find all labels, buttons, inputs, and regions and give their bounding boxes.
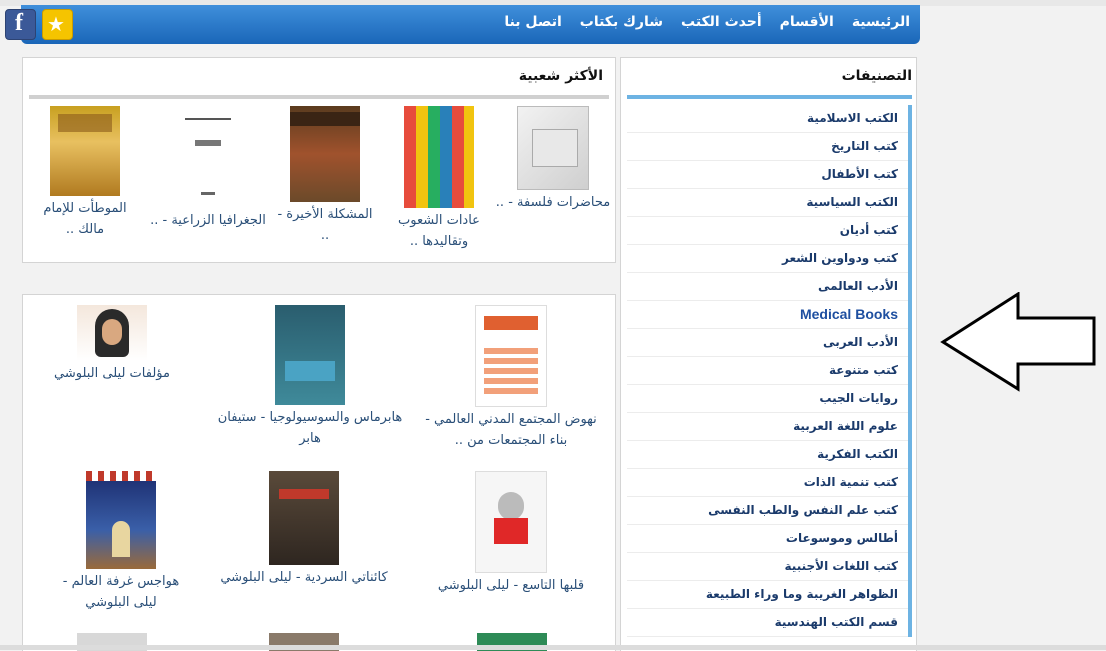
book-item[interactable]: قلبها التاسع - ليلى البلوشي: [433, 471, 589, 596]
popular-books-panel: الأكثر شعبية محاضرات فلسفة - .. عادات ال…: [22, 57, 616, 263]
book-item[interactable]: هواجس غرفة العالم - ليلى البلوشي: [57, 471, 185, 613]
category-history[interactable]: كتب التاريخ: [627, 133, 908, 161]
category-atlases[interactable]: أطالس وموسوعات: [627, 525, 908, 553]
category-psychology[interactable]: كتب علم النفس والطب النفسى: [627, 497, 908, 525]
nav-share-book[interactable]: شارك بكتاب: [580, 14, 663, 30]
book-cover[interactable]: [404, 106, 474, 208]
book-title[interactable]: محاضرات فلسفة - ..: [493, 192, 613, 213]
book-title[interactable]: الجغرافيا الزراعية - ..: [143, 210, 273, 231]
category-world-literature[interactable]: الأدب العالمى: [627, 273, 908, 301]
facebook-glyph: f: [15, 10, 23, 36]
category-pocket-novels[interactable]: روايات الجيب: [627, 385, 908, 413]
popular-book-5[interactable]: الموطأت للإمام مالك ..: [35, 106, 135, 240]
category-politics[interactable]: الكتب السياسية: [627, 189, 908, 217]
popular-book-3[interactable]: المشكلة الأخيرة - ..: [273, 106, 377, 246]
category-religions[interactable]: كتب أديان: [627, 217, 908, 245]
book-item[interactable]: نهوض المجتمع المدني العالمي - بناء المجت…: [421, 305, 601, 451]
category-islamic[interactable]: الكتب الاسلامية: [627, 105, 908, 133]
category-poetry[interactable]: كتب ودواوين الشعر: [627, 245, 908, 273]
nav-sections[interactable]: الأقسام: [780, 14, 834, 30]
book-title[interactable]: قلبها التاسع - ليلى البلوشي: [433, 575, 589, 596]
popular-book-4[interactable]: الجغرافيا الزراعية - ..: [143, 106, 273, 231]
popular-title: الأكثر شعبية: [518, 68, 603, 84]
book-cover[interactable]: [269, 471, 339, 565]
categories-sidebar: التصنيفات الكتب الاسلامية كتب التاريخ كت…: [620, 57, 917, 651]
nav-latest-books[interactable]: أحدث الكتب: [681, 14, 762, 30]
sidebar-title: التصنيفات: [841, 68, 912, 84]
book-cover[interactable]: [50, 106, 120, 196]
favorite-star-icon[interactable]: ★: [42, 9, 73, 40]
book-title[interactable]: الموطأت للإمام مالك ..: [35, 198, 135, 240]
sidebar-divider: [627, 95, 912, 99]
nav-home[interactable]: الرئيسية: [852, 14, 910, 30]
main-navbar: الرئيسية الأقسام أحدث الكتب شارك بكتاب ا…: [21, 5, 920, 44]
book-cover[interactable]: [290, 106, 360, 202]
category-misc[interactable]: كتب متنوعة: [627, 357, 908, 385]
book-cover[interactable]: [517, 106, 589, 190]
popular-book-2[interactable]: عادات الشعوب وتقاليدها ..: [389, 106, 489, 252]
book-title[interactable]: مؤلفات ليلى البلوشي: [45, 363, 179, 384]
book-title[interactable]: المشكلة الأخيرة - ..: [273, 204, 377, 246]
book-title[interactable]: عادات الشعوب وتقاليدها ..: [389, 210, 489, 252]
book-item[interactable]: هابرماس والسوسيولوجيا - ستيفان هابر: [207, 305, 413, 449]
book-item[interactable]: كائناتي السردية - ليلى البلوشي: [211, 471, 397, 588]
popular-divider: [29, 95, 609, 99]
book-title[interactable]: كائناتي السردية - ليلى البلوشي: [211, 567, 397, 588]
book-cover[interactable]: [86, 471, 156, 569]
book-cover[interactable]: [475, 305, 547, 407]
book-cover[interactable]: [275, 305, 345, 405]
category-self-development[interactable]: كتب تنمية الذات: [627, 469, 908, 497]
bottom-scrollbar-track: [0, 645, 1106, 650]
nav-contact[interactable]: اتصل بنا: [504, 14, 561, 30]
star-glyph: ★: [47, 12, 65, 36]
category-engineering[interactable]: قسم الكتب الهندسية: [627, 609, 908, 637]
author-photo[interactable]: [77, 305, 147, 361]
category-intellectual[interactable]: الكتب الفكرية: [627, 441, 908, 469]
category-arabic-language[interactable]: علوم اللغة العربية: [627, 413, 908, 441]
book-title[interactable]: هابرماس والسوسيولوجيا - ستيفان هابر: [207, 407, 413, 449]
category-foreign-languages[interactable]: كتب اللغات الأجنبية: [627, 553, 908, 581]
category-list: الكتب الاسلامية كتب التاريخ كتب الأطفال …: [627, 105, 912, 637]
book-cover[interactable]: [173, 106, 243, 208]
category-medical-books[interactable]: Medical Books: [627, 301, 908, 329]
books-grid-panel: نهوض المجتمع المدني العالمي - بناء المجت…: [22, 294, 616, 651]
book-title[interactable]: نهوض المجتمع المدني العالمي - بناء المجت…: [421, 409, 601, 451]
nav-links: الرئيسية الأقسام أحدث الكتب شارك بكتاب ا…: [486, 5, 910, 39]
facebook-icon[interactable]: f: [5, 9, 36, 40]
category-paranormal[interactable]: الظواهر الغريبة وما وراء الطبيعة: [627, 581, 908, 609]
category-children[interactable]: كتب الأطفال: [627, 161, 908, 189]
popular-book-1[interactable]: محاضرات فلسفة - ..: [493, 106, 613, 213]
book-item[interactable]: مؤلفات ليلى البلوشي: [45, 305, 179, 384]
book-title[interactable]: هواجس غرفة العالم - ليلى البلوشي: [57, 571, 185, 613]
left-arrow-icon: [940, 292, 1096, 392]
category-arabic-literature[interactable]: الأدب العربى: [627, 329, 908, 357]
book-cover[interactable]: [475, 471, 547, 573]
